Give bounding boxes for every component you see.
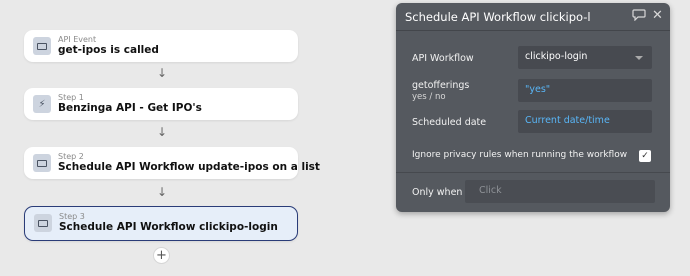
- scheduled-date-label: Scheduled date: [412, 117, 487, 128]
- event-card[interactable]: API Event get-ipos is called: [24, 30, 298, 62]
- divider: [396, 172, 670, 173]
- ignore-privacy-checkbox[interactable]: ✓: [639, 150, 651, 162]
- panel-header: Schedule API Workflow clickipo-l ✕: [396, 3, 670, 31]
- arrow-down-icon: ↓: [157, 185, 168, 199]
- only-when-label: Only when: [412, 187, 463, 198]
- getofferings-value: "yes": [525, 84, 551, 95]
- step-title: Schedule API Workflow clickipo-login: [59, 221, 278, 233]
- event-icon: [33, 37, 51, 55]
- step-card-1[interactable]: ⚡ Step 1 Benzinga API - Get IPO's: [24, 88, 298, 120]
- only-when-input[interactable]: Click: [465, 180, 655, 203]
- plug-icon: ⚡: [33, 95, 51, 113]
- only-when-placeholder: Click: [479, 185, 502, 196]
- api-workflow-select[interactable]: clickipo-login: [518, 46, 652, 69]
- close-icon[interactable]: ✕: [652, 8, 663, 23]
- schedule-icon: [33, 154, 51, 172]
- step-sublabel: Step 3: [59, 212, 85, 221]
- step-title: Schedule API Workflow update-ipos on a l…: [58, 161, 320, 173]
- step-title: Benzinga API - Get IPO's: [58, 102, 202, 114]
- scheduled-date-input[interactable]: Current date/time: [518, 110, 652, 133]
- comment-icon[interactable]: [632, 9, 646, 24]
- add-step-button[interactable]: +: [153, 247, 170, 264]
- step-card-3[interactable]: Step 3 Schedule API Workflow clickipo-lo…: [24, 206, 298, 241]
- arrow-down-icon: ↓: [157, 66, 168, 80]
- getofferings-sublabel: yes / no: [412, 92, 446, 102]
- step-card-2[interactable]: Step 2 Schedule API Workflow update-ipos…: [24, 147, 320, 179]
- step-sublabel: Step 1: [58, 93, 84, 102]
- property-panel: Schedule API Workflow clickipo-l ✕ API W…: [396, 3, 670, 212]
- getofferings-input[interactable]: "yes": [518, 79, 652, 102]
- panel-title: Schedule API Workflow clickipo-l: [405, 10, 590, 24]
- checkmark-icon: ✓: [641, 151, 649, 161]
- chevron-down-icon: [635, 56, 643, 60]
- getofferings-label: getofferings: [412, 80, 470, 91]
- schedule-icon: [34, 214, 52, 232]
- event-sublabel: API Event: [58, 35, 97, 44]
- arrow-down-icon: ↓: [157, 125, 168, 139]
- scheduled-date-value: Current date/time: [525, 115, 610, 126]
- event-title: get-ipos is called: [58, 44, 159, 56]
- step-sublabel: Step 2: [58, 152, 84, 161]
- api-workflow-label: API Workflow: [412, 53, 474, 64]
- ignore-privacy-label: Ignore privacy rules when running the wo…: [412, 150, 628, 160]
- api-workflow-value: clickipo-login: [525, 51, 588, 62]
